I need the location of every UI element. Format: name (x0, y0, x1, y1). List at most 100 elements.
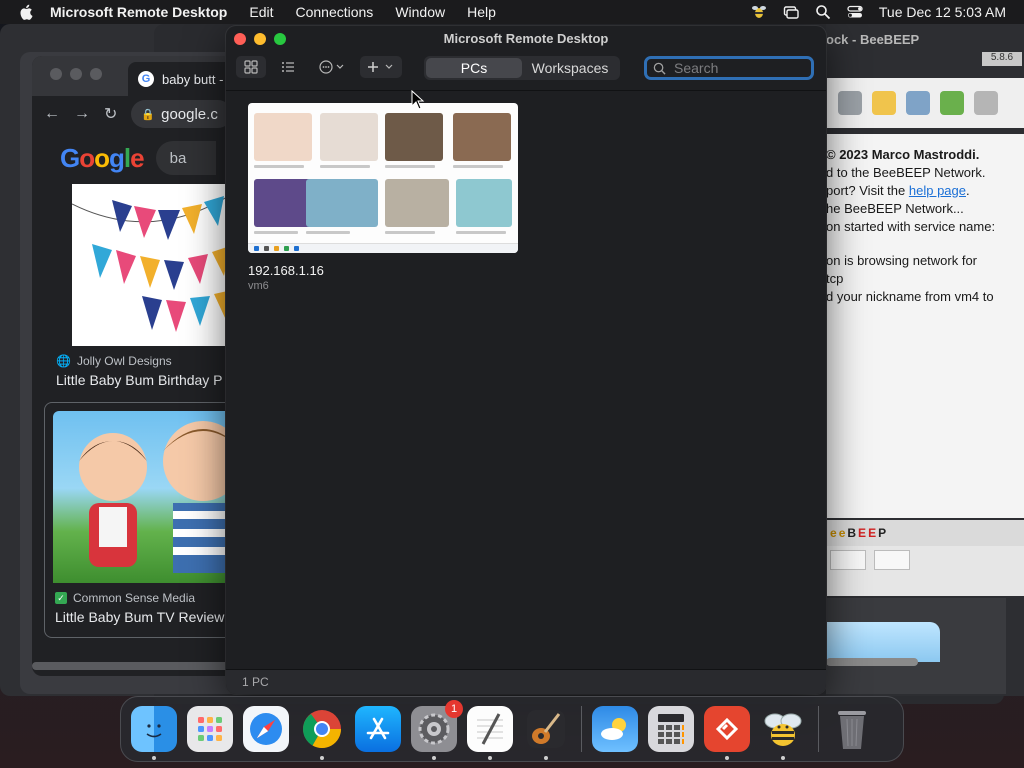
trash-icon[interactable] (974, 91, 998, 115)
dock-beebeep[interactable] (760, 706, 806, 760)
beebeep-toolbar (826, 78, 1024, 128)
result-title-link[interactable]: Little Baby Bum TV Review (55, 609, 224, 625)
chat-icon[interactable] (874, 550, 910, 570)
pc-name: 192.168.1.16 (248, 263, 324, 278)
control-center-icon[interactable] (847, 4, 863, 20)
chrome-address-text: google.c (161, 105, 218, 123)
tab-workspaces[interactable]: Workspaces (522, 58, 618, 78)
horizontal-scrollbar[interactable] (826, 658, 918, 666)
chrome-icon (302, 710, 342, 749)
dock-garageband[interactable] (523, 706, 569, 760)
menu-connections[interactable]: Connections (295, 4, 373, 20)
more-actions-button[interactable] (314, 56, 350, 78)
launchpad-icon (198, 717, 222, 741)
weather-icon (601, 718, 626, 740)
search-field[interactable] (644, 56, 814, 80)
beebeep-log: © 2023 Marco Mastroddi. d to the BeeBEEP… (826, 134, 1024, 518)
thumbnail-cell (456, 179, 512, 227)
chrome-tab-bar: G baby butt - (32, 56, 232, 96)
dock-app-store[interactable] (355, 706, 401, 752)
google-search-box[interactable]: ba (155, 141, 216, 175)
thumbnail-caption (453, 165, 503, 168)
globe-icon: 🌐 (56, 354, 71, 368)
thumbnail-caption (385, 165, 435, 168)
menu-edit[interactable]: Edit (249, 4, 273, 20)
dock-finder[interactable] (131, 706, 177, 760)
grid-view-button[interactable] (236, 56, 266, 78)
google-header: Google ba (32, 132, 232, 184)
add-button[interactable] (360, 56, 402, 78)
thumbnail-caption (320, 165, 370, 168)
menu-clock[interactable]: Tue Dec 12 5:03 AM (879, 4, 1006, 20)
dock-safari[interactable] (243, 706, 289, 752)
thumbnail-cell (385, 179, 449, 227)
pc-tile[interactable]: 192.168.1.16 vm6 (248, 103, 518, 292)
dock-system-settings[interactable]: 1 (411, 700, 463, 760)
google-logo[interactable]: Google (60, 143, 145, 174)
menu-window[interactable]: Window (395, 4, 445, 20)
pc-count: 1 PC (242, 675, 269, 689)
dock-trash[interactable] (829, 706, 875, 752)
window-close-button[interactable] (50, 68, 62, 80)
log-line: port? Visit the help page. (826, 183, 970, 198)
chrome-toolbar: ← → ↻ 🔒 google.c (32, 96, 232, 132)
beebeep-bottom-bar (826, 546, 1024, 596)
chrome-address-bar[interactable]: 🔒 google.c (131, 100, 232, 128)
app-store-icon (366, 717, 390, 740)
thumbnail-caption (456, 231, 506, 234)
gear-icon (418, 713, 450, 745)
window-zoom-button[interactable] (90, 68, 102, 80)
remote-desktop-window: Microsoft Remote Desktop PCs Workspaces (226, 26, 826, 694)
window-minimize-button[interactable] (70, 68, 82, 80)
users-icon[interactable] (830, 550, 866, 570)
search-icon (653, 62, 666, 75)
result-title-link[interactable]: Little Baby Bum Birthday P (56, 372, 223, 388)
thumbnail-cell (385, 113, 443, 161)
log-line: d to the BeeBEEP Network. (826, 165, 986, 180)
pencil-icon[interactable] (872, 91, 896, 115)
beebeep-brand: e e B E E P (826, 520, 1024, 546)
google-search-text: ba (169, 149, 187, 167)
bee-icon (764, 713, 802, 746)
dock-separator (581, 706, 582, 752)
horizontal-scrollbar[interactable] (32, 662, 232, 670)
screen-mirroring-icon[interactable] (783, 4, 799, 20)
download-icon[interactable] (940, 91, 964, 115)
back-arrow-icon[interactable]: ← (44, 105, 60, 123)
dock-chrome[interactable] (299, 706, 345, 760)
folder-icon[interactable] (838, 91, 862, 115)
reload-icon[interactable]: ↻ (104, 104, 117, 124)
tab-pcs[interactable]: PCs (426, 58, 522, 78)
log-line: tcp (826, 271, 844, 286)
dock-launchpad[interactable] (187, 706, 233, 752)
beebeep-status-icon[interactable] (751, 4, 767, 20)
result-image-banner[interactable] (72, 184, 232, 346)
beebeep-title: ock - BeeBEEP (826, 31, 920, 47)
calculator-icon (658, 714, 684, 744)
menu-help[interactable]: Help (467, 4, 496, 20)
pc-user: vm6 (248, 280, 269, 292)
result-card[interactable]: ✓ Common Sense Media Little Baby Bum TV … (44, 402, 232, 638)
dock-calculator[interactable] (648, 706, 694, 752)
apple-icon[interactable] (18, 3, 36, 21)
log-line: he BeeBEEP Network... (826, 201, 964, 216)
thumbnail-cell (320, 113, 378, 161)
help-page-link[interactable]: help page (909, 183, 966, 198)
network-icon[interactable] (906, 91, 930, 115)
spotlight-search-icon[interactable] (815, 4, 831, 20)
chrome-tab-title: baby butt - (162, 71, 224, 87)
dock-remote-desktop[interactable] (704, 706, 750, 760)
search-input[interactable] (674, 60, 804, 76)
forward-arrow-icon[interactable]: → (74, 105, 90, 123)
list-view-button[interactable] (274, 56, 302, 78)
notification-badge: 1 (445, 700, 463, 718)
google-favicon-icon: G (138, 71, 154, 87)
chrome-tab[interactable]: G baby butt - (128, 62, 232, 96)
chrome-window: G baby butt - ← → ↻ 🔒 google.c Google ba (32, 56, 232, 676)
dock-textedit[interactable] (467, 706, 513, 760)
log-line: on is browsing network for (826, 253, 978, 268)
window-titlebar[interactable]: Microsoft Remote Desktop (226, 26, 826, 52)
dock-weather[interactable] (592, 706, 638, 752)
log-line: on started with service name: (826, 219, 996, 234)
menu-app-name[interactable]: Microsoft Remote Desktop (50, 4, 227, 20)
